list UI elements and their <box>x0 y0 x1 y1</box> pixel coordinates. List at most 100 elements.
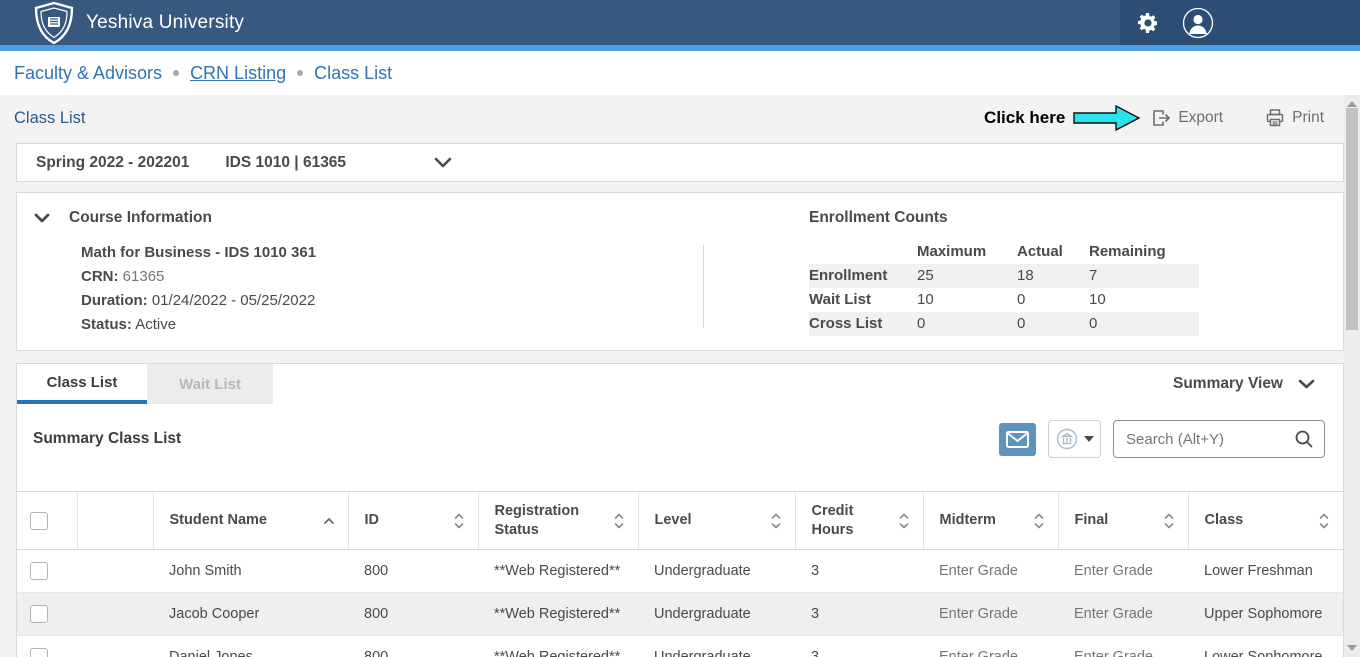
status-value: Active <box>135 316 176 333</box>
user-profile-button[interactable] <box>1182 7 1214 39</box>
scrollbar-thumb[interactable] <box>1346 108 1358 330</box>
annotation-arrow-icon <box>1073 104 1141 132</box>
export-button[interactable]: Export <box>1151 108 1223 128</box>
waitlist-row-label: Wait List <box>809 288 917 312</box>
breadcrumb-faculty-advisors[interactable]: Faculty & Advisors <box>14 63 162 84</box>
header-midterm[interactable]: Midterm <box>923 492 1058 550</box>
midterm-enter-grade-link[interactable]: Enter Grade <box>939 649 1018 657</box>
brand-link[interactable]: Yeshiva University <box>0 2 244 44</box>
page-scrollbar[interactable] <box>1344 95 1360 657</box>
header-class[interactable]: Class <box>1188 492 1343 550</box>
sort-both-icon <box>613 512 625 530</box>
term-course-selector[interactable]: Spring 2022 - 202201 IDS 1010 | 61365 <box>16 143 1344 182</box>
sort-both-icon <box>770 512 782 530</box>
header-credit-hours[interactable]: Credit Hours <box>795 492 923 550</box>
main-content: Spring 2022 - 202201 IDS 1010 | 61365 Co… <box>0 143 1360 657</box>
row-photo-cell <box>77 636 153 657</box>
chevron-down-icon <box>1298 379 1315 389</box>
sort-both-icon <box>1318 512 1330 530</box>
sort-both-icon <box>1163 512 1175 530</box>
header-class-label: Class <box>1205 512 1244 528</box>
user-avatar-icon <box>1182 7 1214 39</box>
tab-class-list[interactable]: Class List <box>17 364 147 404</box>
select-all-header <box>17 492 77 550</box>
enrollment-counts-title: Enrollment Counts <box>809 209 1199 227</box>
select-all-checkbox[interactable] <box>30 512 48 530</box>
student-name-cell: John Smith <box>153 550 348 593</box>
settings-gear-button[interactable] <box>1136 11 1160 35</box>
click-here-annotation: Click here <box>984 108 1065 128</box>
registration-status-cell: **Web Registered** <box>478 550 638 593</box>
row-checkbox[interactable] <box>30 605 48 623</box>
midterm-enter-grade-link[interactable]: Enter Grade <box>939 606 1018 622</box>
header-id[interactable]: ID <box>348 492 478 550</box>
header-level-label: Level <box>655 512 692 528</box>
header-student-name[interactable]: Student Name <box>153 492 348 550</box>
caret-down-icon <box>1084 436 1094 442</box>
search-icon[interactable] <box>1294 429 1314 449</box>
credit-hours-cell: 3 <box>795 550 923 593</box>
midterm-enter-grade-link[interactable]: Enter Grade <box>939 563 1018 579</box>
search-input[interactable] <box>1126 431 1294 448</box>
final-enter-grade-link[interactable]: Enter Grade <box>1074 563 1153 579</box>
scroll-up-arrow-icon[interactable] <box>1347 101 1357 107</box>
row-checkbox[interactable] <box>30 648 48 657</box>
breadcrumb-class-list[interactable]: Class List <box>314 63 392 84</box>
duration-label: Duration: <box>81 292 148 309</box>
summary-view-label: Summary View <box>1173 375 1283 393</box>
header-final[interactable]: Final <box>1058 492 1188 550</box>
student-table-wrap: Student Name ID Registrati <box>17 491 1343 657</box>
scroll-down-arrow-icon[interactable] <box>1347 645 1357 651</box>
enrollment-counts-table: Maximum Actual Remaining Enrollment 25 1… <box>809 240 1199 336</box>
sort-ascending-icon <box>323 517 335 525</box>
summary-view-selector[interactable]: Summary View <box>1173 364 1343 404</box>
enrollment-row-label: Enrollment <box>809 264 917 288</box>
tools-dropdown-button[interactable] <box>1048 420 1101 458</box>
breadcrumb-crn-listing[interactable]: CRN Listing <box>190 63 286 84</box>
course-information-panel: Course Information Math for Business - I… <box>16 192 1344 351</box>
class-list-panel: Class List Wait List Summary View Summar… <box>16 363 1344 657</box>
empty-header <box>77 492 153 550</box>
crosslist-remaining: 0 <box>1089 312 1199 336</box>
waitlist-max: 10 <box>917 288 1017 312</box>
credit-hours-cell: 3 <box>795 593 923 636</box>
table-row: Daniel Jones 800 **Web Registered** Unde… <box>17 636 1343 657</box>
class-standing-cell: Upper Sophomore <box>1188 593 1343 636</box>
section-divider <box>703 245 704 328</box>
term-value: Spring 2022 - 202201 <box>36 154 189 172</box>
enrollment-col-actual: Actual <box>1017 240 1089 264</box>
final-enter-grade-link[interactable]: Enter Grade <box>1074 649 1153 657</box>
crosslist-actual: 0 <box>1017 312 1089 336</box>
export-label: Export <box>1178 109 1223 127</box>
university-shield-logo-icon <box>34 2 74 44</box>
table-header-row: Student Name ID Registrati <box>17 492 1343 550</box>
chevron-down-icon <box>434 157 452 168</box>
class-standing-cell: Lower Freshman <box>1188 550 1343 593</box>
header-registration-status[interactable]: Registration Status <box>478 492 638 550</box>
email-students-button[interactable] <box>999 423 1036 456</box>
header-final-label: Final <box>1075 512 1109 528</box>
level-cell: Undergraduate <box>638 593 795 636</box>
table-row: John Smith 800 **Web Registered** Underg… <box>17 550 1343 593</box>
sort-both-icon <box>453 512 465 530</box>
print-icon <box>1265 108 1285 128</box>
navbar-right-section <box>1120 0 1360 45</box>
search-box <box>1113 420 1325 458</box>
credit-hours-cell: 3 <box>795 636 923 657</box>
breadcrumb: Faculty & Advisors CRN Listing Class Lis… <box>0 51 1360 95</box>
header-level[interactable]: Level <box>638 492 795 550</box>
final-enter-grade-link[interactable]: Enter Grade <box>1074 606 1153 622</box>
print-button[interactable]: Print <box>1265 108 1324 128</box>
course-value: IDS 1010 | 61365 <box>225 154 346 172</box>
institution-columns-icon <box>1056 428 1078 450</box>
enrollment-remaining: 7 <box>1089 264 1199 288</box>
level-cell: Undergraduate <box>638 636 795 657</box>
tab-wait-list[interactable]: Wait List <box>147 364 273 404</box>
row-checkbox[interactable] <box>30 562 48 580</box>
row-photo-cell <box>77 550 153 593</box>
student-name-cell: Jacob Cooper <box>153 593 348 636</box>
collapse-chevron-icon[interactable] <box>34 213 50 223</box>
header-credit-hours-label: Credit Hours <box>812 502 867 540</box>
level-cell: Undergraduate <box>638 550 795 593</box>
registration-status-cell: **Web Registered** <box>478 593 638 636</box>
